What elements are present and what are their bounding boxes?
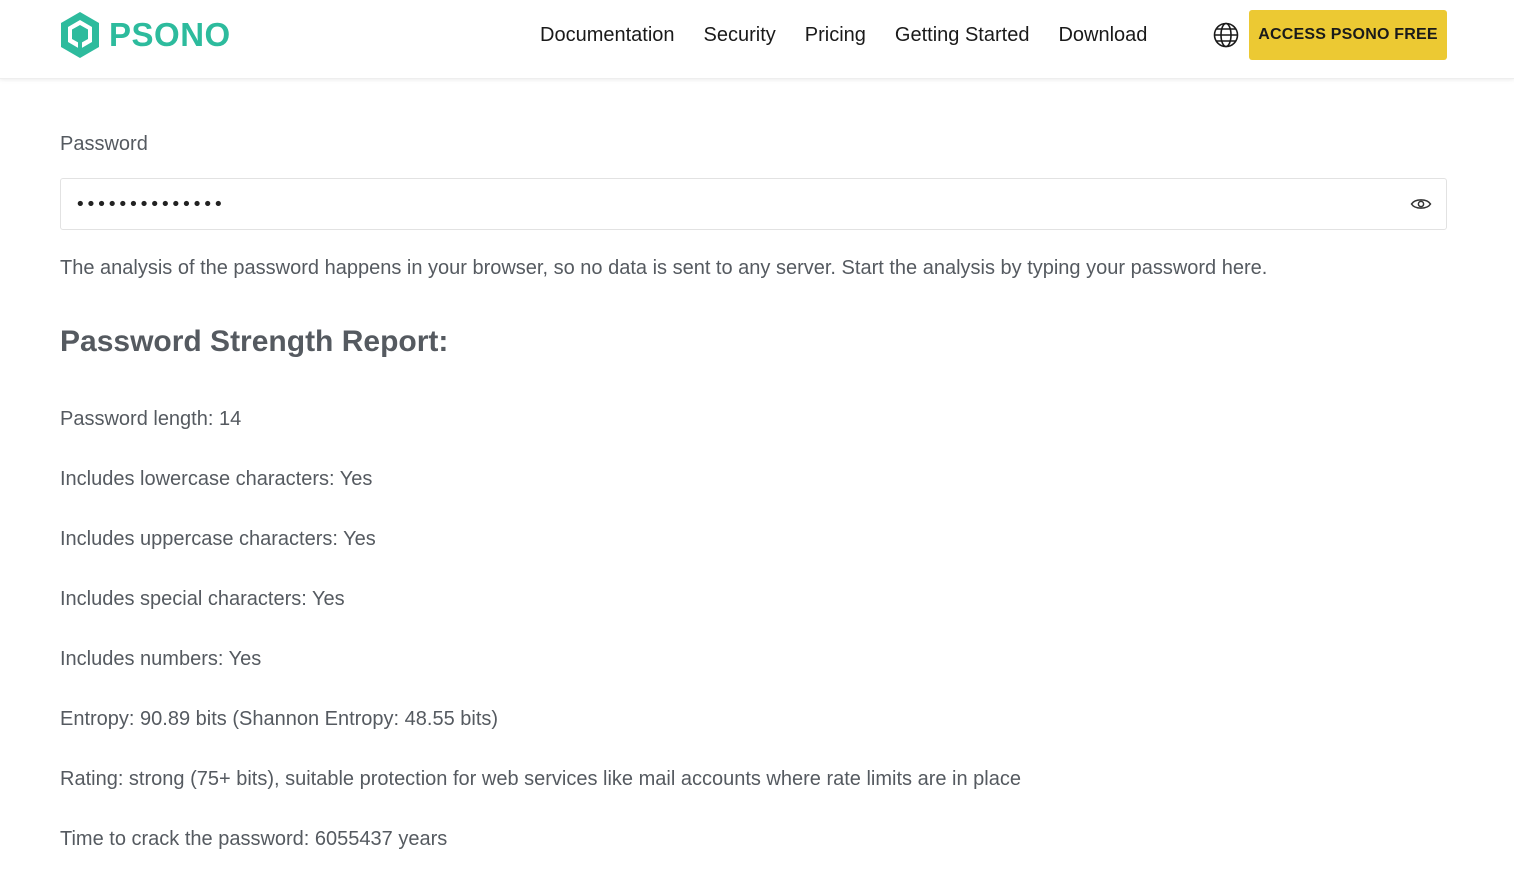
- logo-text: PSONO: [109, 16, 231, 53]
- report-numbers: Includes numbers: Yes: [60, 648, 262, 670]
- privacy-hint: The analysis of the password happens in …: [60, 257, 1268, 279]
- globe-icon[interactable]: [1213, 22, 1239, 48]
- report-rating: Rating: strong (75+ bits), suitable prot…: [60, 768, 1021, 790]
- main-nav: Documentation Security Pricing Getting S…: [540, 22, 1176, 48]
- nav-documentation[interactable]: Documentation: [540, 22, 675, 48]
- nav-download[interactable]: Download: [1058, 22, 1147, 48]
- report-special: Includes special characters: Yes: [60, 588, 345, 610]
- psono-logo-icon: [61, 12, 99, 58]
- report-password-length: Password length: 14: [60, 408, 242, 430]
- password-label: Password: [60, 133, 148, 155]
- report-lowercase: Includes lowercase characters: Yes: [60, 468, 373, 490]
- logo-link[interactable]: PSONO: [59, 11, 231, 59]
- nav-getting-started[interactable]: Getting Started: [895, 22, 1030, 48]
- report-time-to-crack: Time to crack the password: 6055437 year…: [60, 828, 448, 850]
- report-title: Password Strength Report:: [60, 325, 449, 358]
- access-psono-free-button[interactable]: ACCESS PSONO FREE: [1249, 10, 1447, 60]
- password-input[interactable]: [75, 179, 1375, 229]
- report-entropy: Entropy: 90.89 bits (Shannon Entropy: 48…: [60, 708, 499, 730]
- nav-security[interactable]: Security: [704, 22, 776, 48]
- nav-pricing[interactable]: Pricing: [805, 22, 866, 48]
- eye-icon[interactable]: [1410, 194, 1432, 214]
- site-header: PSONO Documentation Security Pricing Get…: [0, 0, 1514, 79]
- report-uppercase: Includes uppercase characters: Yes: [60, 528, 376, 550]
- password-field: [60, 178, 1447, 230]
